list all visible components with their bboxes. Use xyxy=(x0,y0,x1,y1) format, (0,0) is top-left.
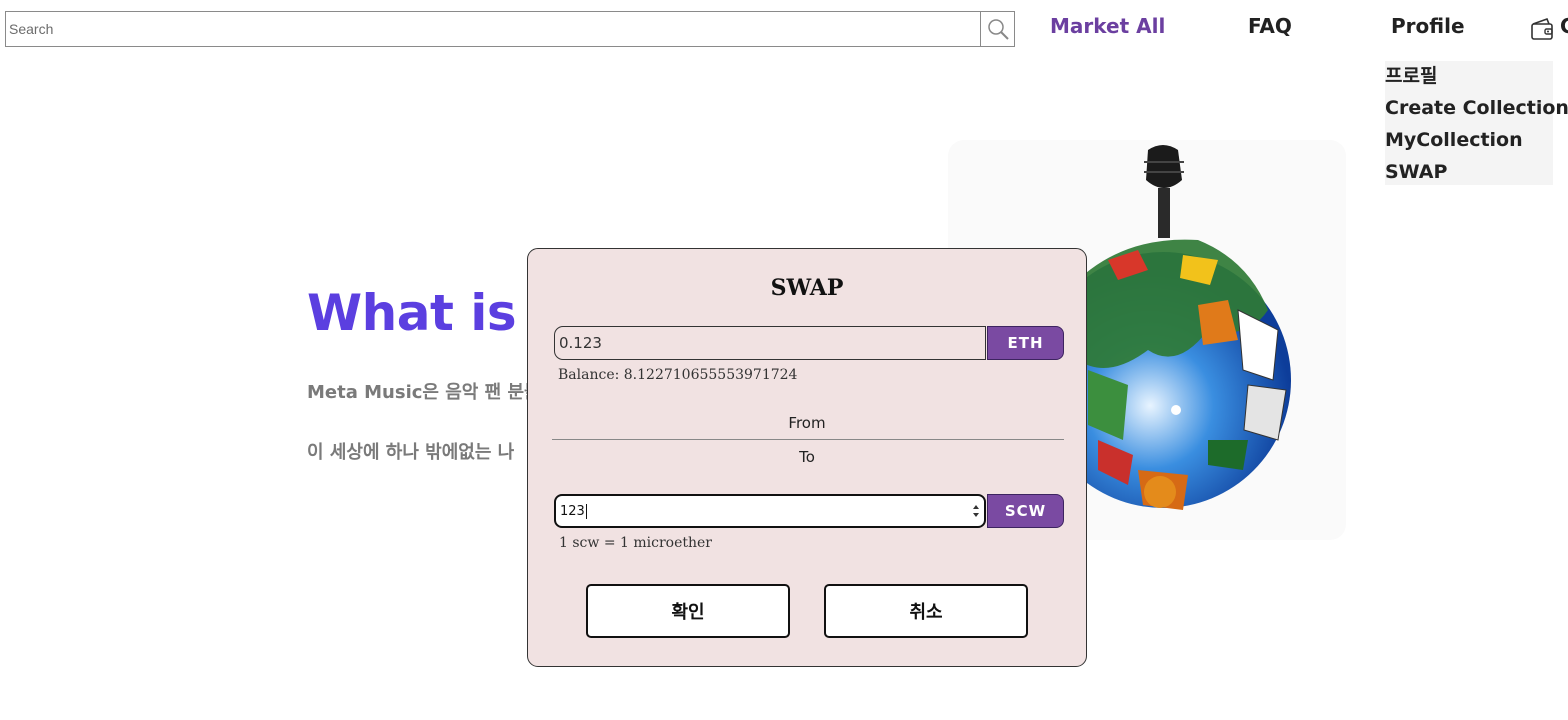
confirm-button[interactable]: 확인 xyxy=(586,584,790,638)
exchange-rate-text: 1 scw = 1 microether xyxy=(559,535,712,551)
wallet-icon[interactable] xyxy=(1529,16,1555,46)
profile-dropdown-menu: 프로필 Create Collection MyCollection SWAP xyxy=(1385,61,1568,185)
wallet-label-clipped[interactable]: C xyxy=(1560,14,1568,38)
search-button[interactable] xyxy=(980,12,1014,46)
search-bar xyxy=(5,11,1015,47)
to-amount-input[interactable]: 123 xyxy=(554,494,986,528)
menu-item-create-collection[interactable]: Create Collection xyxy=(1385,93,1568,125)
page: Market All FAQ Profile C 프로필 Create Coll… xyxy=(0,0,1568,720)
from-label: From xyxy=(788,414,826,432)
from-swap-row: 0.123 ETH xyxy=(554,326,1064,360)
modal-title: SWAP xyxy=(770,275,844,301)
spinner-arrows-icon xyxy=(973,505,979,517)
from-amount-input[interactable]: 0.123 xyxy=(554,326,986,360)
scw-token-button[interactable]: SCW xyxy=(987,494,1064,528)
to-label: To xyxy=(799,448,815,466)
menu-item-my-collection[interactable]: MyCollection xyxy=(1385,125,1553,157)
swap-modal: SWAP 0.123 ETH Balance: 8.12271065555397… xyxy=(527,248,1087,667)
hero-description-1: Meta Music은 음악 팬 분들 xyxy=(307,382,541,403)
balance-text: Balance: 8.122710655553971724 xyxy=(558,367,798,383)
menu-item-swap[interactable]: SWAP xyxy=(1385,157,1553,189)
eth-token-button[interactable]: ETH xyxy=(987,326,1064,360)
cancel-button[interactable]: 취소 xyxy=(824,584,1028,638)
to-amount-value: 123 xyxy=(560,503,585,519)
number-spinner[interactable] xyxy=(972,504,980,518)
menu-item-profile[interactable]: 프로필 xyxy=(1385,61,1553,93)
nav-profile[interactable]: Profile xyxy=(1391,14,1465,38)
nav-faq[interactable]: FAQ xyxy=(1248,14,1292,38)
text-caret xyxy=(585,503,587,519)
hero-description-2: 이 세상에 하나 밖에없는 나 xyxy=(307,442,515,463)
from-amount-value: 0.123 xyxy=(559,334,602,352)
search-icon xyxy=(987,19,1009,40)
search-input[interactable] xyxy=(6,12,980,46)
nav-market-all[interactable]: Market All xyxy=(1050,14,1165,38)
to-swap-row: 123 SCW xyxy=(554,494,1064,528)
swap-divider xyxy=(552,439,1064,440)
